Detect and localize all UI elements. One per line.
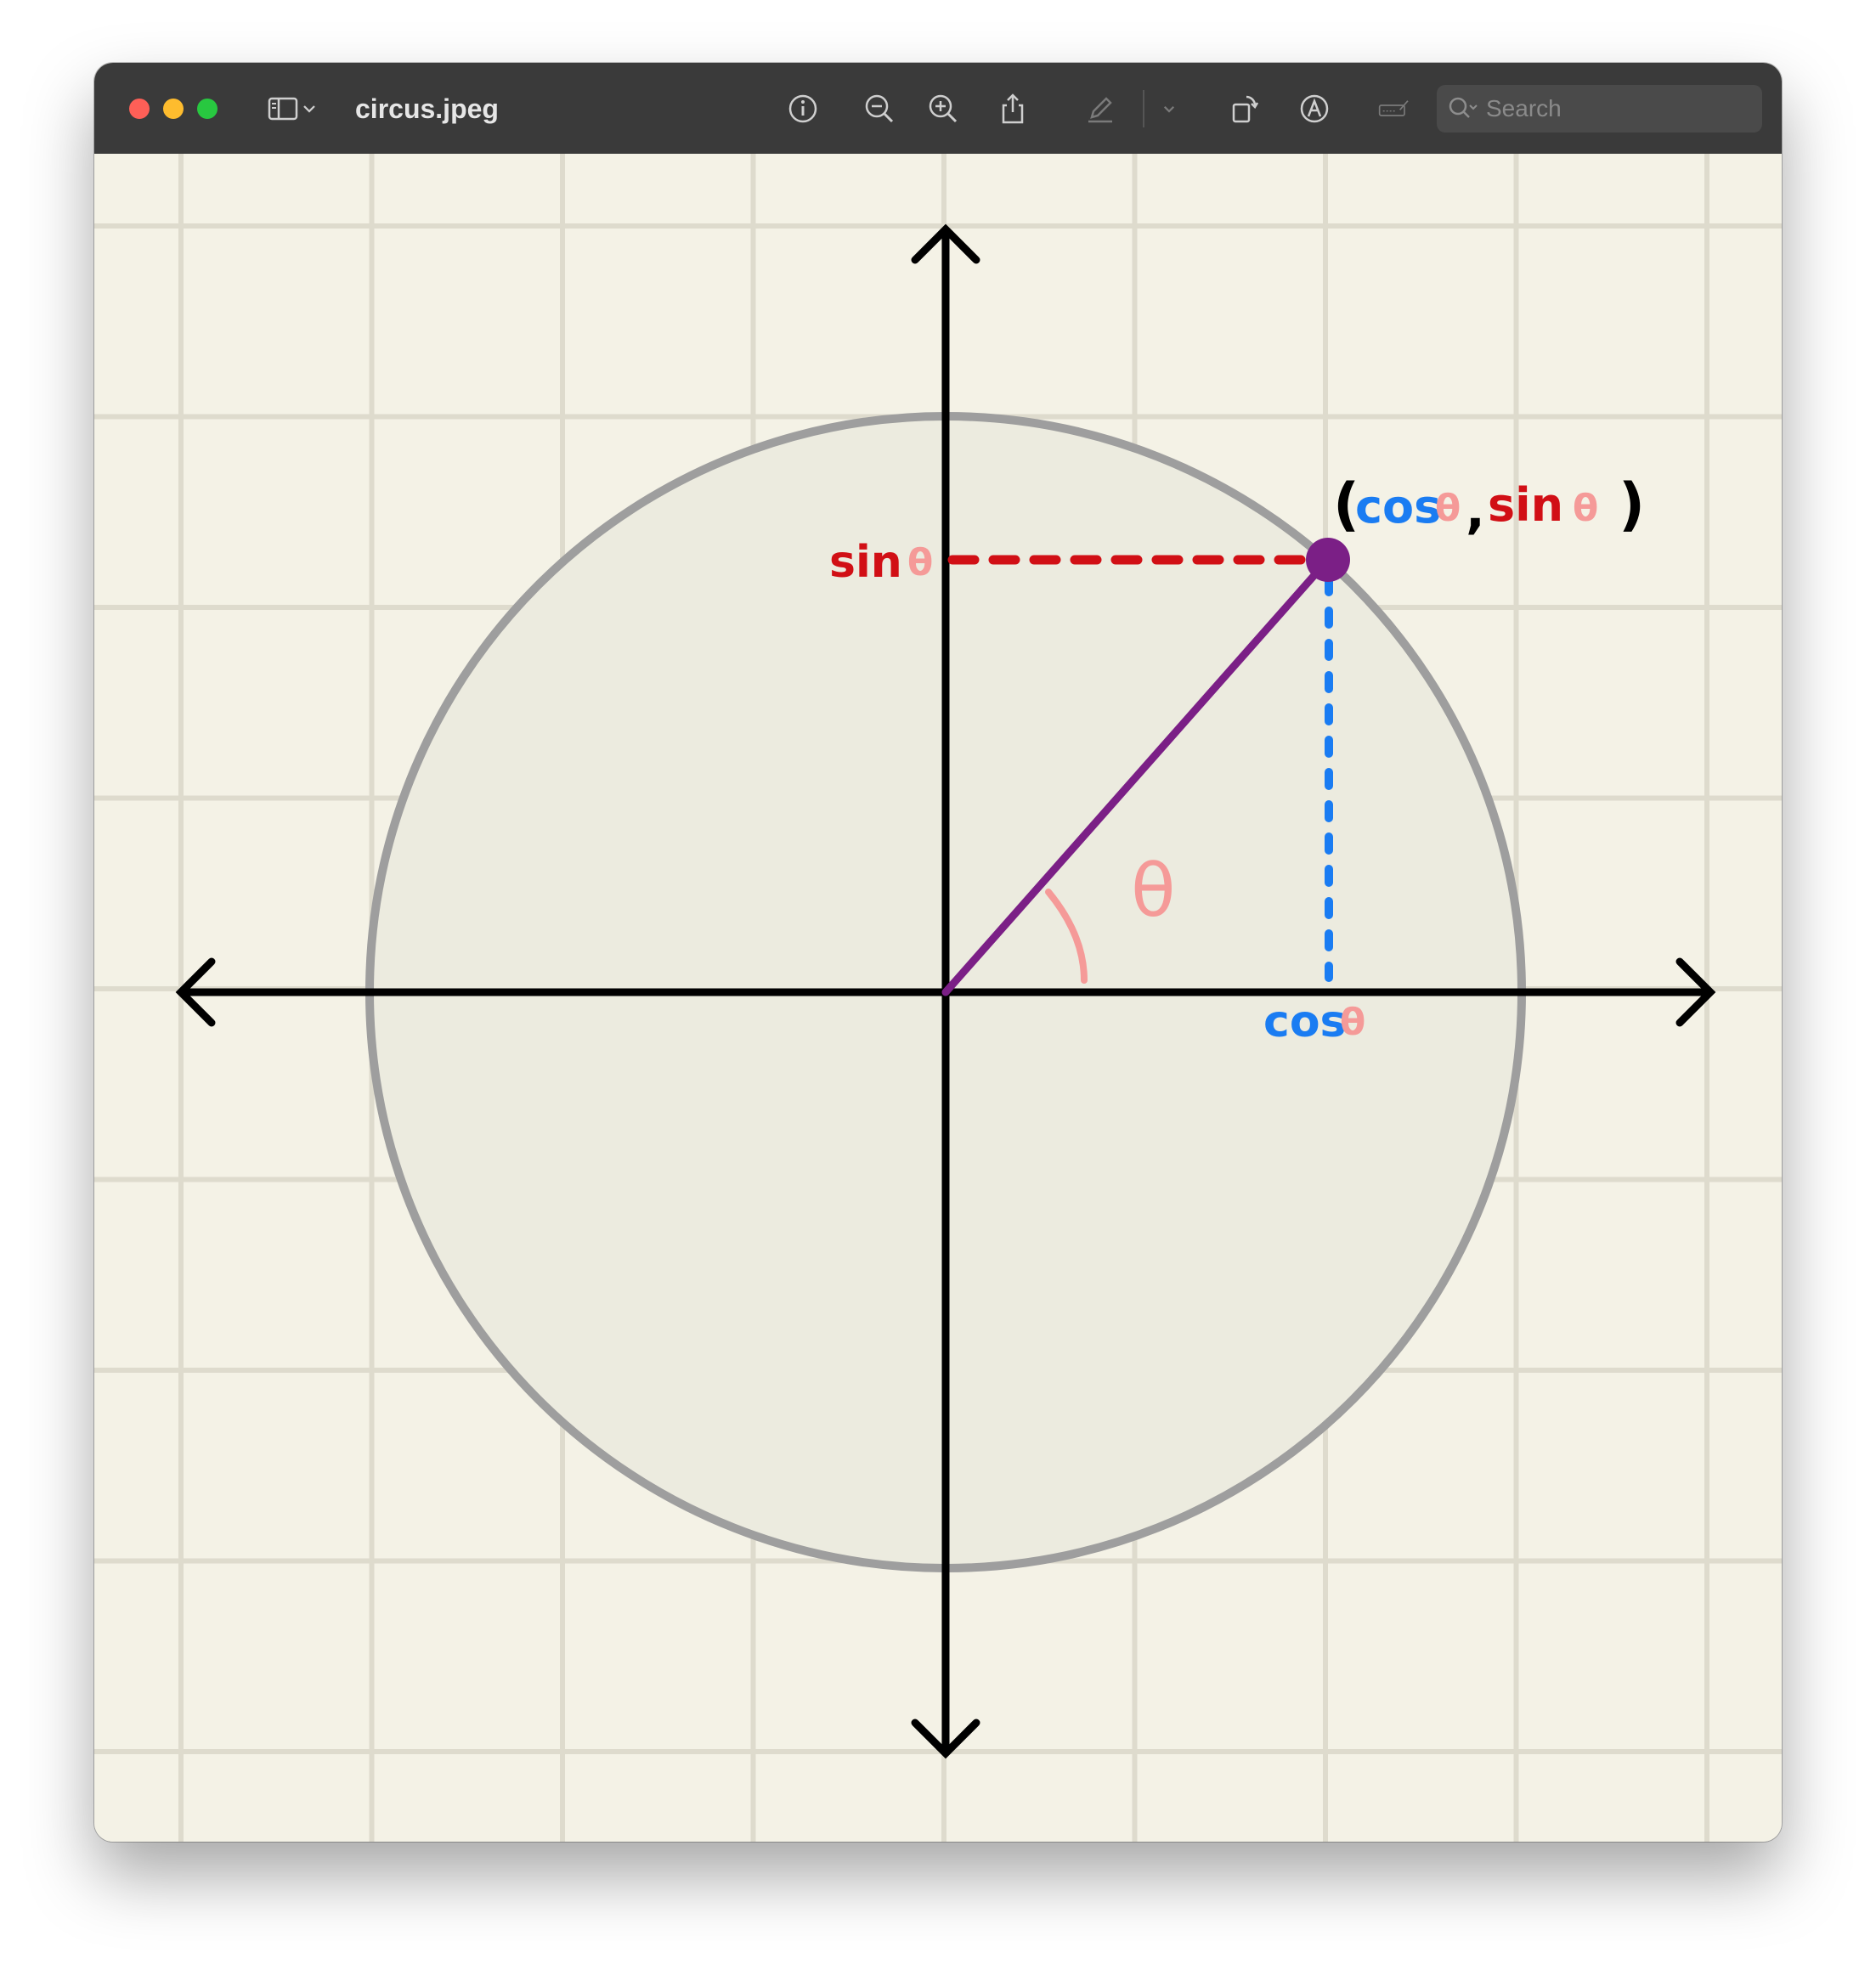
point-sin-theta: θ [1573, 487, 1598, 530]
point-cos-theta: θ [1435, 487, 1461, 530]
cos-theta: θ [1340, 1001, 1365, 1044]
theta-label: θ [1131, 849, 1176, 934]
toolbar-divider [1143, 90, 1144, 127]
fullscreen-window-button[interactable] [197, 99, 218, 119]
document-title: circus.jpeg [355, 93, 499, 124]
point-close-paren: ) [1619, 471, 1645, 539]
markup-pen-icon[interactable] [1080, 88, 1121, 129]
image-canvas: θ sin θ cos θ ( cos θ , sin θ ) [94, 154, 1782, 1842]
sin-word: sin [829, 537, 902, 588]
sin-theta: θ [907, 541, 933, 584]
annotate-icon[interactable] [1294, 88, 1335, 129]
cos-word: cos [1263, 996, 1347, 1047]
search-icon [1449, 97, 1478, 118]
chevron-down-icon[interactable] [297, 88, 322, 129]
angle-label: θ [1131, 849, 1176, 934]
zoom-out-icon[interactable] [859, 88, 900, 129]
signature-icon[interactable] [1369, 88, 1420, 129]
point-on-circle [1306, 538, 1350, 582]
zoom-in-icon[interactable] [923, 88, 963, 129]
markup-chevron-down-icon[interactable] [1156, 88, 1182, 129]
search-input[interactable] [1484, 94, 1743, 123]
unit-circle-image: θ sin θ cos θ ( cos θ , sin θ ) [94, 154, 1782, 1842]
close-window-button[interactable] [129, 99, 150, 119]
preview-window: circus.jpeg Search θ sin θ cos θ (cos θ… [94, 63, 1782, 1842]
title-bar: circus.jpeg [94, 63, 1782, 155]
minimize-window-button[interactable] [163, 99, 184, 119]
cos-axis-label: cos θ [1263, 996, 1365, 1047]
point-sin-word: sin [1488, 478, 1563, 532]
info-icon[interactable] [783, 88, 823, 129]
sin-axis-label: sin θ [829, 537, 933, 588]
search-field[interactable] [1437, 85, 1762, 133]
rotate-icon[interactable] [1224, 88, 1265, 129]
share-icon[interactable] [992, 88, 1033, 129]
point-cos-word: cos [1355, 480, 1441, 533]
point-comma: , [1466, 481, 1485, 540]
